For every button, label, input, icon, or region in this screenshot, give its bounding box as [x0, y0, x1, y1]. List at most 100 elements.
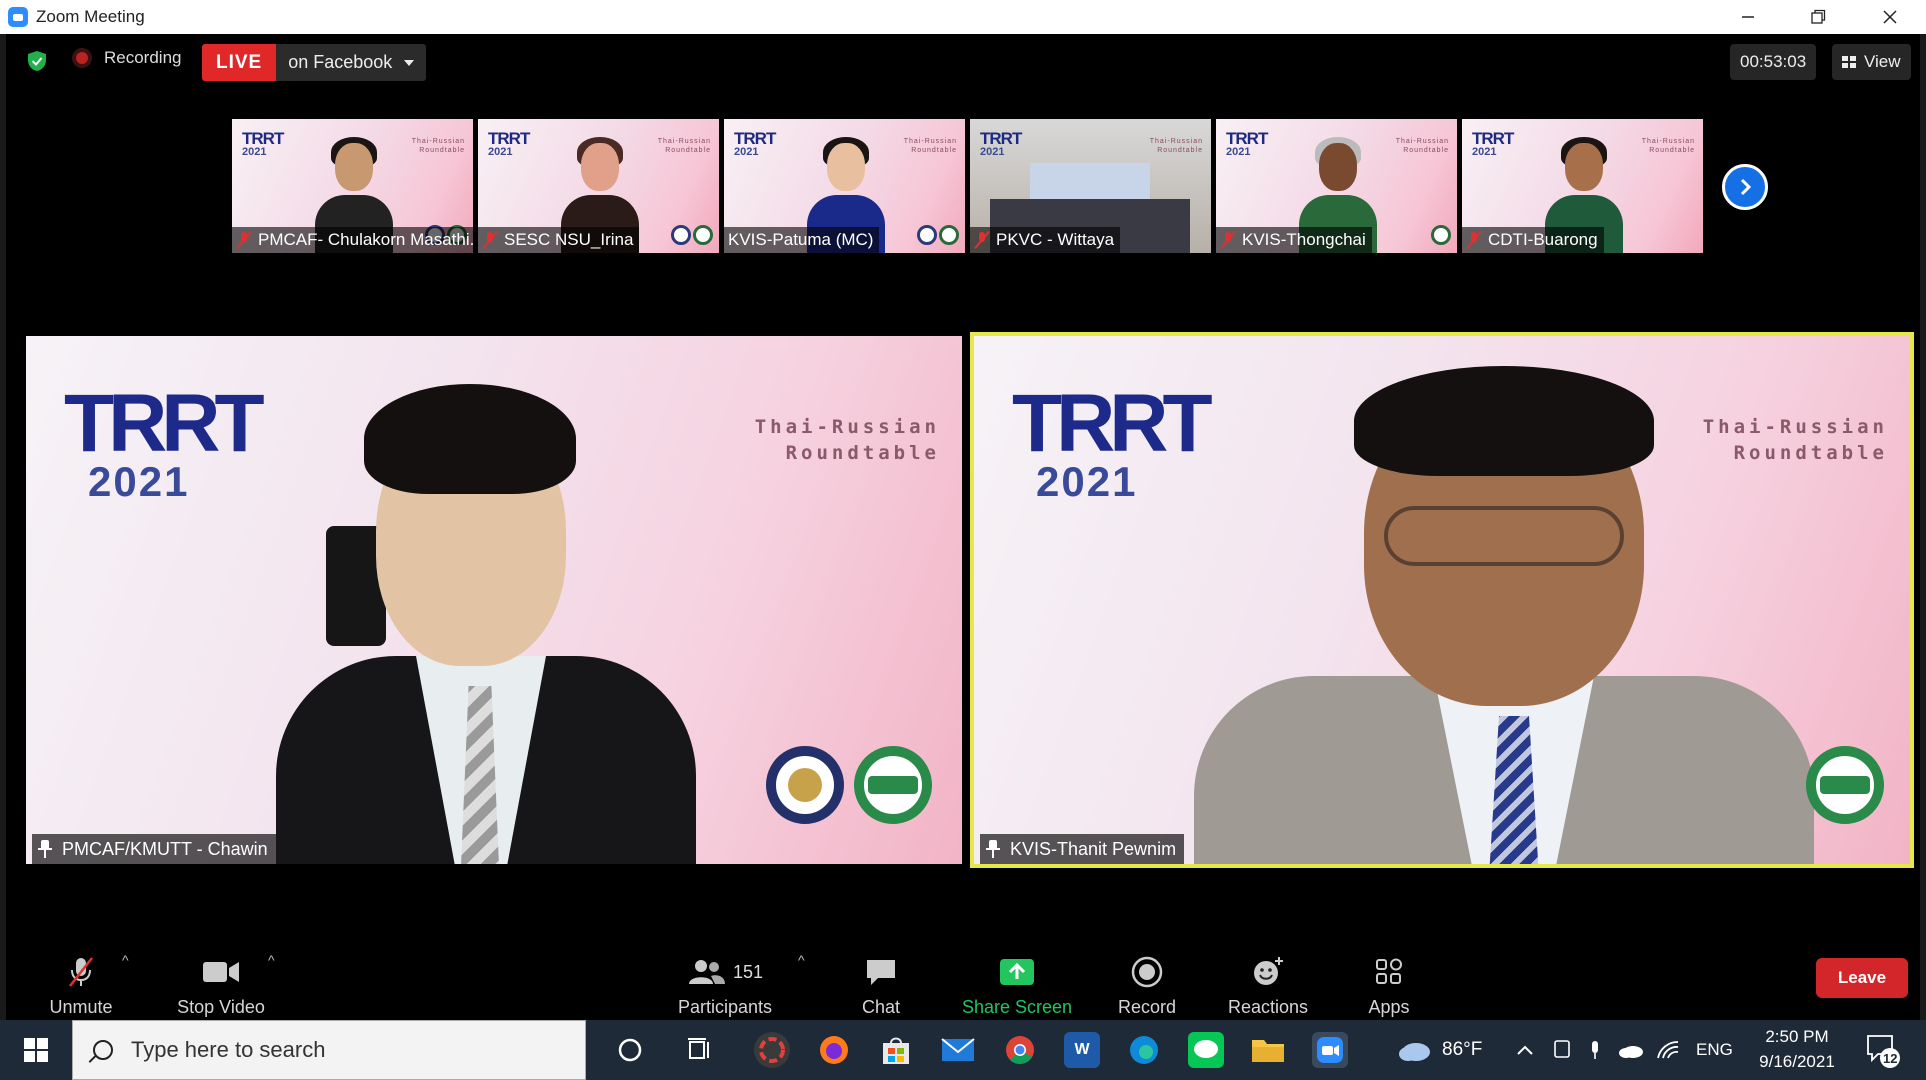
chrome-icon[interactable] — [1002, 1032, 1038, 1068]
edge-icon[interactable] — [1126, 1032, 1162, 1068]
search-icon — [93, 1040, 113, 1060]
university-seal — [766, 746, 844, 824]
apps-icon — [1376, 958, 1402, 984]
window-title: Zoom Meeting — [36, 7, 145, 26]
share-screen-button[interactable]: Share Screen — [952, 946, 1082, 1020]
tray-chevron-icon[interactable] — [1516, 1020, 1534, 1080]
weather-widget[interactable]: 86°F — [1396, 1020, 1482, 1080]
participant-name: KVIS-Thanit Pewnim — [980, 834, 1185, 864]
live-destination-dropdown[interactable]: on Facebook — [276, 44, 427, 81]
record-label: Record — [1117, 997, 1177, 1017]
word-icon[interactable]: W — [1064, 1032, 1100, 1068]
minimize-button[interactable] — [1720, 0, 1776, 34]
live-stream-indicator[interactable]: LIVE on Facebook — [202, 44, 427, 81]
partner-logos — [671, 225, 713, 245]
participant-thumbnail[interactable]: TRRT 2021 Thai-Russian Roundtable SESC NSU… — [478, 119, 719, 253]
zoom-taskbar-icon[interactable] — [1312, 1032, 1348, 1068]
view-button[interactable]: View — [1832, 44, 1911, 80]
restore-icon — [1811, 9, 1826, 24]
input-language: ENG — [1696, 1040, 1733, 1059]
roundtable-watermark: Thai-Russian Roundtable — [411, 138, 465, 154]
clock-time: 2:50 PM — [1765, 1027, 1829, 1046]
pin-icon — [38, 840, 52, 858]
weather-temp: 86°F — [1442, 1039, 1483, 1060]
mic-muted-icon — [1220, 230, 1236, 250]
encryption-shield-icon[interactable] — [26, 50, 48, 72]
microsoft-store-icon[interactable] — [878, 1032, 914, 1068]
participant-thumbnail[interactable]: TRRT 2021 Thai-Russian Roundtable KVIS-Pat… — [724, 119, 965, 253]
caret-down-icon — [404, 59, 415, 66]
trrt-logo: TRRT 2021 — [1226, 129, 1268, 158]
line-app-icon[interactable] — [1188, 1032, 1224, 1068]
mic-muted-icon — [974, 230, 990, 250]
roundtable-watermark: Thai-Russian Roundtable — [1149, 138, 1203, 154]
apps-button[interactable]: Apps — [1344, 946, 1434, 1020]
notification-center-icon[interactable]: 12 — [1866, 1034, 1901, 1068]
leave-button[interactable]: Leave — [1816, 958, 1908, 998]
participant-thumbnail[interactable]: TRRT 2021 Thai-Russian Roundtable CDTI-Bua… — [1462, 119, 1703, 253]
start-button[interactable] — [0, 1020, 72, 1080]
participant-thumbnail[interactable]: TRRT 2021 Thai-Russian Roundtable PMCAF- C… — [232, 119, 473, 253]
zoom-app-icon — [8, 7, 28, 27]
apps-label: Apps — [1368, 997, 1410, 1017]
chat-label: Chat — [861, 997, 901, 1017]
task-view-icon[interactable] — [682, 1032, 718, 1068]
participant-thumbnail[interactable]: TRRT 2021 Thai-Russian Roundtable KVIS-Tho… — [1216, 119, 1457, 253]
cloud-icon — [1399, 1043, 1430, 1061]
participants-options-caret[interactable]: ^ — [798, 952, 805, 968]
file-explorer-icon[interactable] — [1250, 1032, 1286, 1068]
mic-muted-icon — [482, 230, 498, 250]
taskbar-clock[interactable]: 2:50 PM 9/16/2021 — [1742, 1024, 1852, 1074]
unmute-button[interactable]: Unmute — [36, 946, 126, 1020]
mic-muted-icon — [1466, 230, 1482, 250]
onedrive-cloud-icon — [1619, 1046, 1643, 1058]
mail-icon[interactable] — [940, 1032, 976, 1068]
partner-logos — [917, 225, 959, 245]
grid-view-icon — [1842, 56, 1856, 68]
share-screen-icon — [1000, 959, 1034, 985]
cortana-icon[interactable] — [612, 1032, 648, 1068]
roundtable-watermark: Thai-Russian Roundtable — [1641, 138, 1695, 154]
view-label: View — [1864, 52, 1901, 71]
reactions-button[interactable]: Reactions — [1218, 946, 1318, 1020]
chat-button[interactable]: Chat — [836, 946, 926, 1020]
video-camera-icon — [203, 962, 239, 982]
tray-icons[interactable]: ENG — [1552, 1020, 1733, 1080]
roundtable-watermark: Thai-Russian Roundtable — [657, 138, 711, 154]
participant-name: KVIS-Patuma (MC) — [724, 227, 880, 253]
participants-label: Participants — [677, 997, 773, 1017]
taskbar-search-box[interactable]: Type here to search — [72, 1020, 586, 1080]
microphone-muted-icon — [69, 957, 93, 987]
kvis-seal — [854, 746, 932, 824]
trrt-logo: TRRT 2021 — [734, 129, 776, 158]
reactions-label: Reactions — [1227, 997, 1309, 1017]
meeting-toolbar: Unmute ^ Stop Video ^ 151 Participants ^… — [6, 946, 1920, 1020]
chat-bubble-icon — [867, 960, 895, 985]
participants-button[interactable]: 151 Participants — [670, 946, 780, 1020]
pin-icon — [986, 840, 1000, 858]
record-button[interactable]: Record — [1102, 946, 1192, 1020]
video-options-caret[interactable]: ^ — [268, 952, 275, 968]
close-button[interactable] — [1862, 0, 1918, 34]
roundtable-watermark: Thai-Russian Roundtable — [903, 138, 957, 154]
live-destination-label: on Facebook — [288, 52, 393, 72]
microphone-icon — [1592, 1041, 1598, 1059]
recording-indicator[interactable]: Recording — [72, 48, 182, 68]
minimize-icon — [1742, 16, 1754, 18]
participant-video — [1194, 356, 1814, 864]
participant-name: CDTI-Buarong — [1462, 227, 1604, 253]
stop-video-label: Stop Video — [177, 997, 265, 1017]
next-page-button[interactable] — [1722, 164, 1768, 210]
video-tile[interactable]: TRRT 2021 Thai-Russian Roundtable PMCAF/… — [26, 336, 962, 864]
video-tile-active-speaker[interactable]: TRRT 2021 Thai-Russian Roundtable KVIS-T… — [970, 332, 1914, 868]
participant-thumbnail[interactable]: TRRT 2021 Thai-Russian Roundtable PKVC - W… — [970, 119, 1211, 253]
trrt-logo: TRRT 2021 — [1012, 378, 1213, 505]
photoscape-icon[interactable] — [754, 1032, 790, 1068]
firefox-icon[interactable] — [816, 1032, 852, 1068]
restore-button[interactable] — [1790, 0, 1846, 34]
search-placeholder: Type here to search — [131, 1037, 326, 1062]
stop-video-button[interactable]: Stop Video — [166, 946, 276, 1020]
audio-options-caret[interactable]: ^ — [122, 952, 129, 968]
title-bar: Zoom Meeting — [0, 0, 1926, 34]
meeting-timer: 00:53:03 — [1730, 44, 1817, 80]
